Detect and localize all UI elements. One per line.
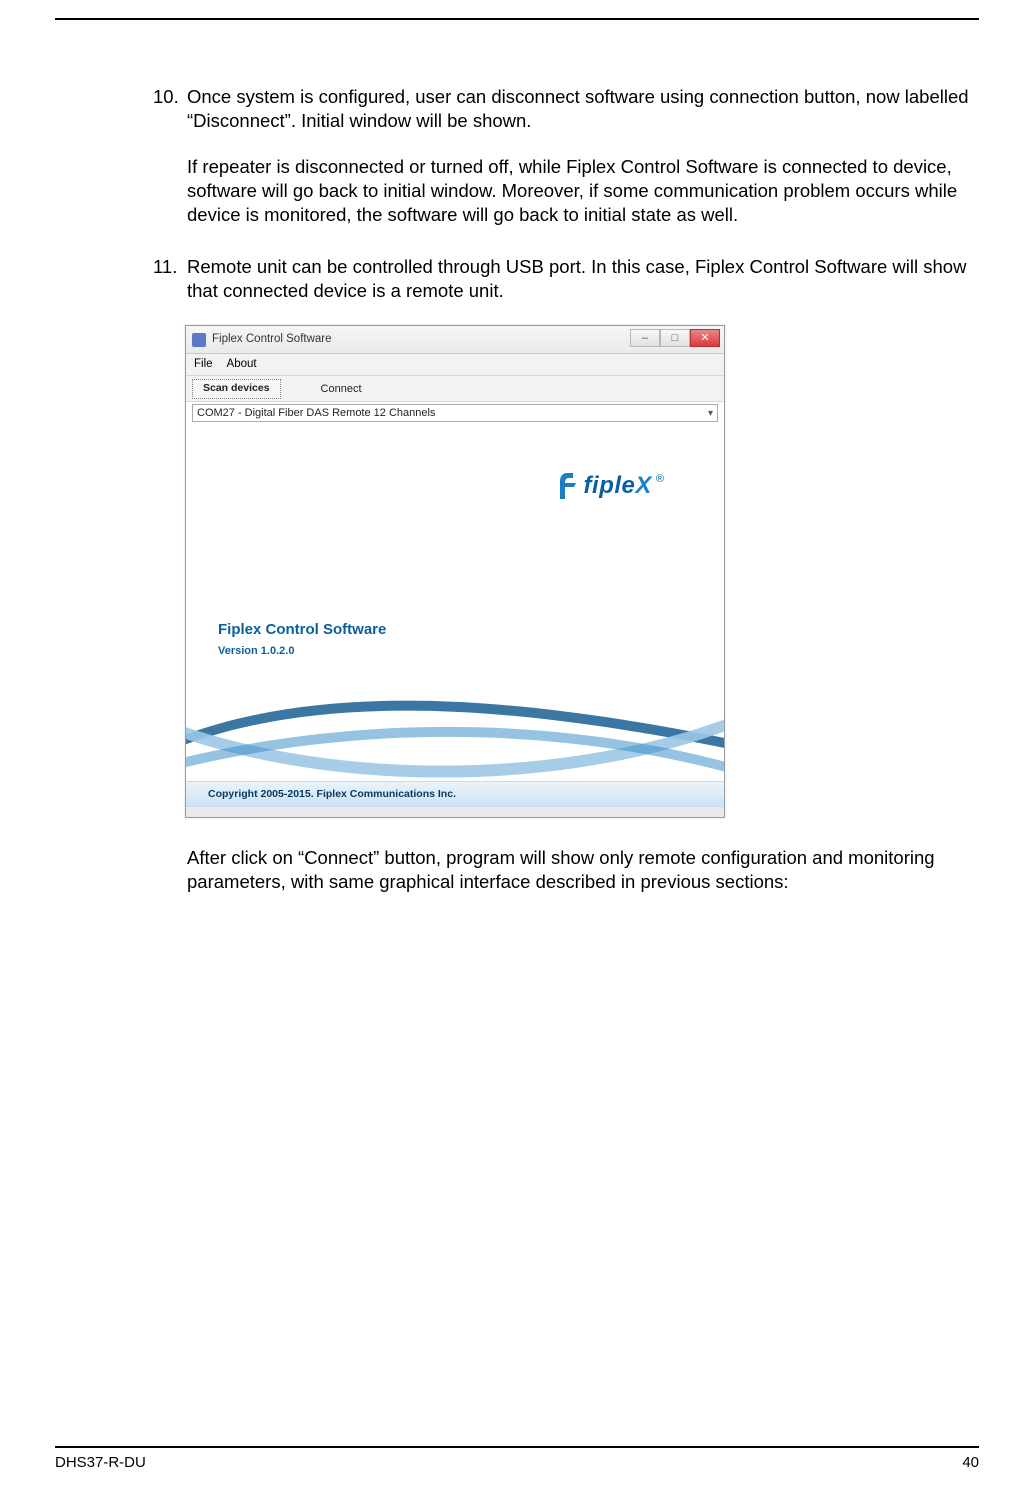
- app-splash: fipleX ® Fiplex Control Software Version…: [186, 422, 724, 817]
- titlebar: Fiplex Control Software – □ ✕: [186, 326, 724, 354]
- top-rule: [55, 18, 979, 20]
- app-icon: [192, 333, 206, 347]
- list-number: 11.: [153, 255, 187, 894]
- list-item-11: 11. Remote unit can be controlled throug…: [153, 255, 979, 894]
- maximize-button[interactable]: □: [660, 329, 690, 347]
- page-footer: DHS37-R-DU 40: [55, 1446, 979, 1471]
- window-controls: – □ ✕: [630, 329, 720, 347]
- connect-button[interactable]: Connect: [311, 380, 372, 398]
- copyright-text: Copyright 2005-2015. Fiplex Communicatio…: [186, 781, 724, 807]
- bottom-rule: [55, 1446, 979, 1448]
- footer-page-number: 40: [962, 1454, 979, 1471]
- paragraph: After click on “Connect” button, program…: [187, 846, 979, 894]
- product-version: Version 1.0.2.0: [218, 644, 386, 658]
- menu-file[interactable]: File: [194, 357, 213, 372]
- close-button[interactable]: ✕: [690, 329, 720, 347]
- toolbar: Scan devices Connect: [186, 376, 724, 402]
- minimize-button[interactable]: –: [630, 329, 660, 347]
- product-title: Fiplex Control Software: [218, 620, 386, 640]
- list-item-10: 10. Once system is configured, user can …: [153, 85, 979, 227]
- paragraph: Remote unit can be controlled through US…: [187, 255, 979, 303]
- logo-text: fipleX: [584, 470, 652, 501]
- logo-icon: [554, 471, 580, 501]
- list-number: 10.: [153, 85, 187, 227]
- menubar: File About: [186, 354, 724, 376]
- menu-about[interactable]: About: [227, 357, 257, 372]
- scan-devices-button[interactable]: Scan devices: [192, 379, 281, 399]
- brand-logo: fipleX ®: [554, 470, 664, 501]
- port-select-value: COM27 - Digital Fiber DAS Remote 12 Chan…: [197, 406, 435, 420]
- paragraph: If repeater is disconnected or turned of…: [187, 155, 979, 227]
- port-select[interactable]: COM27 - Digital Fiber DAS Remote 12 Chan…: [192, 404, 718, 422]
- window-title: Fiplex Control Software: [212, 332, 332, 347]
- registered-mark: ®: [656, 472, 664, 486]
- chevron-down-icon: ▾: [708, 407, 713, 420]
- swoosh-graphic: [186, 682, 724, 792]
- paragraph: Once system is configured, user can disc…: [187, 85, 979, 133]
- footer-doc-id: DHS37-R-DU: [55, 1454, 146, 1471]
- app-window-screenshot: Fiplex Control Software – □ ✕ File About…: [185, 325, 725, 818]
